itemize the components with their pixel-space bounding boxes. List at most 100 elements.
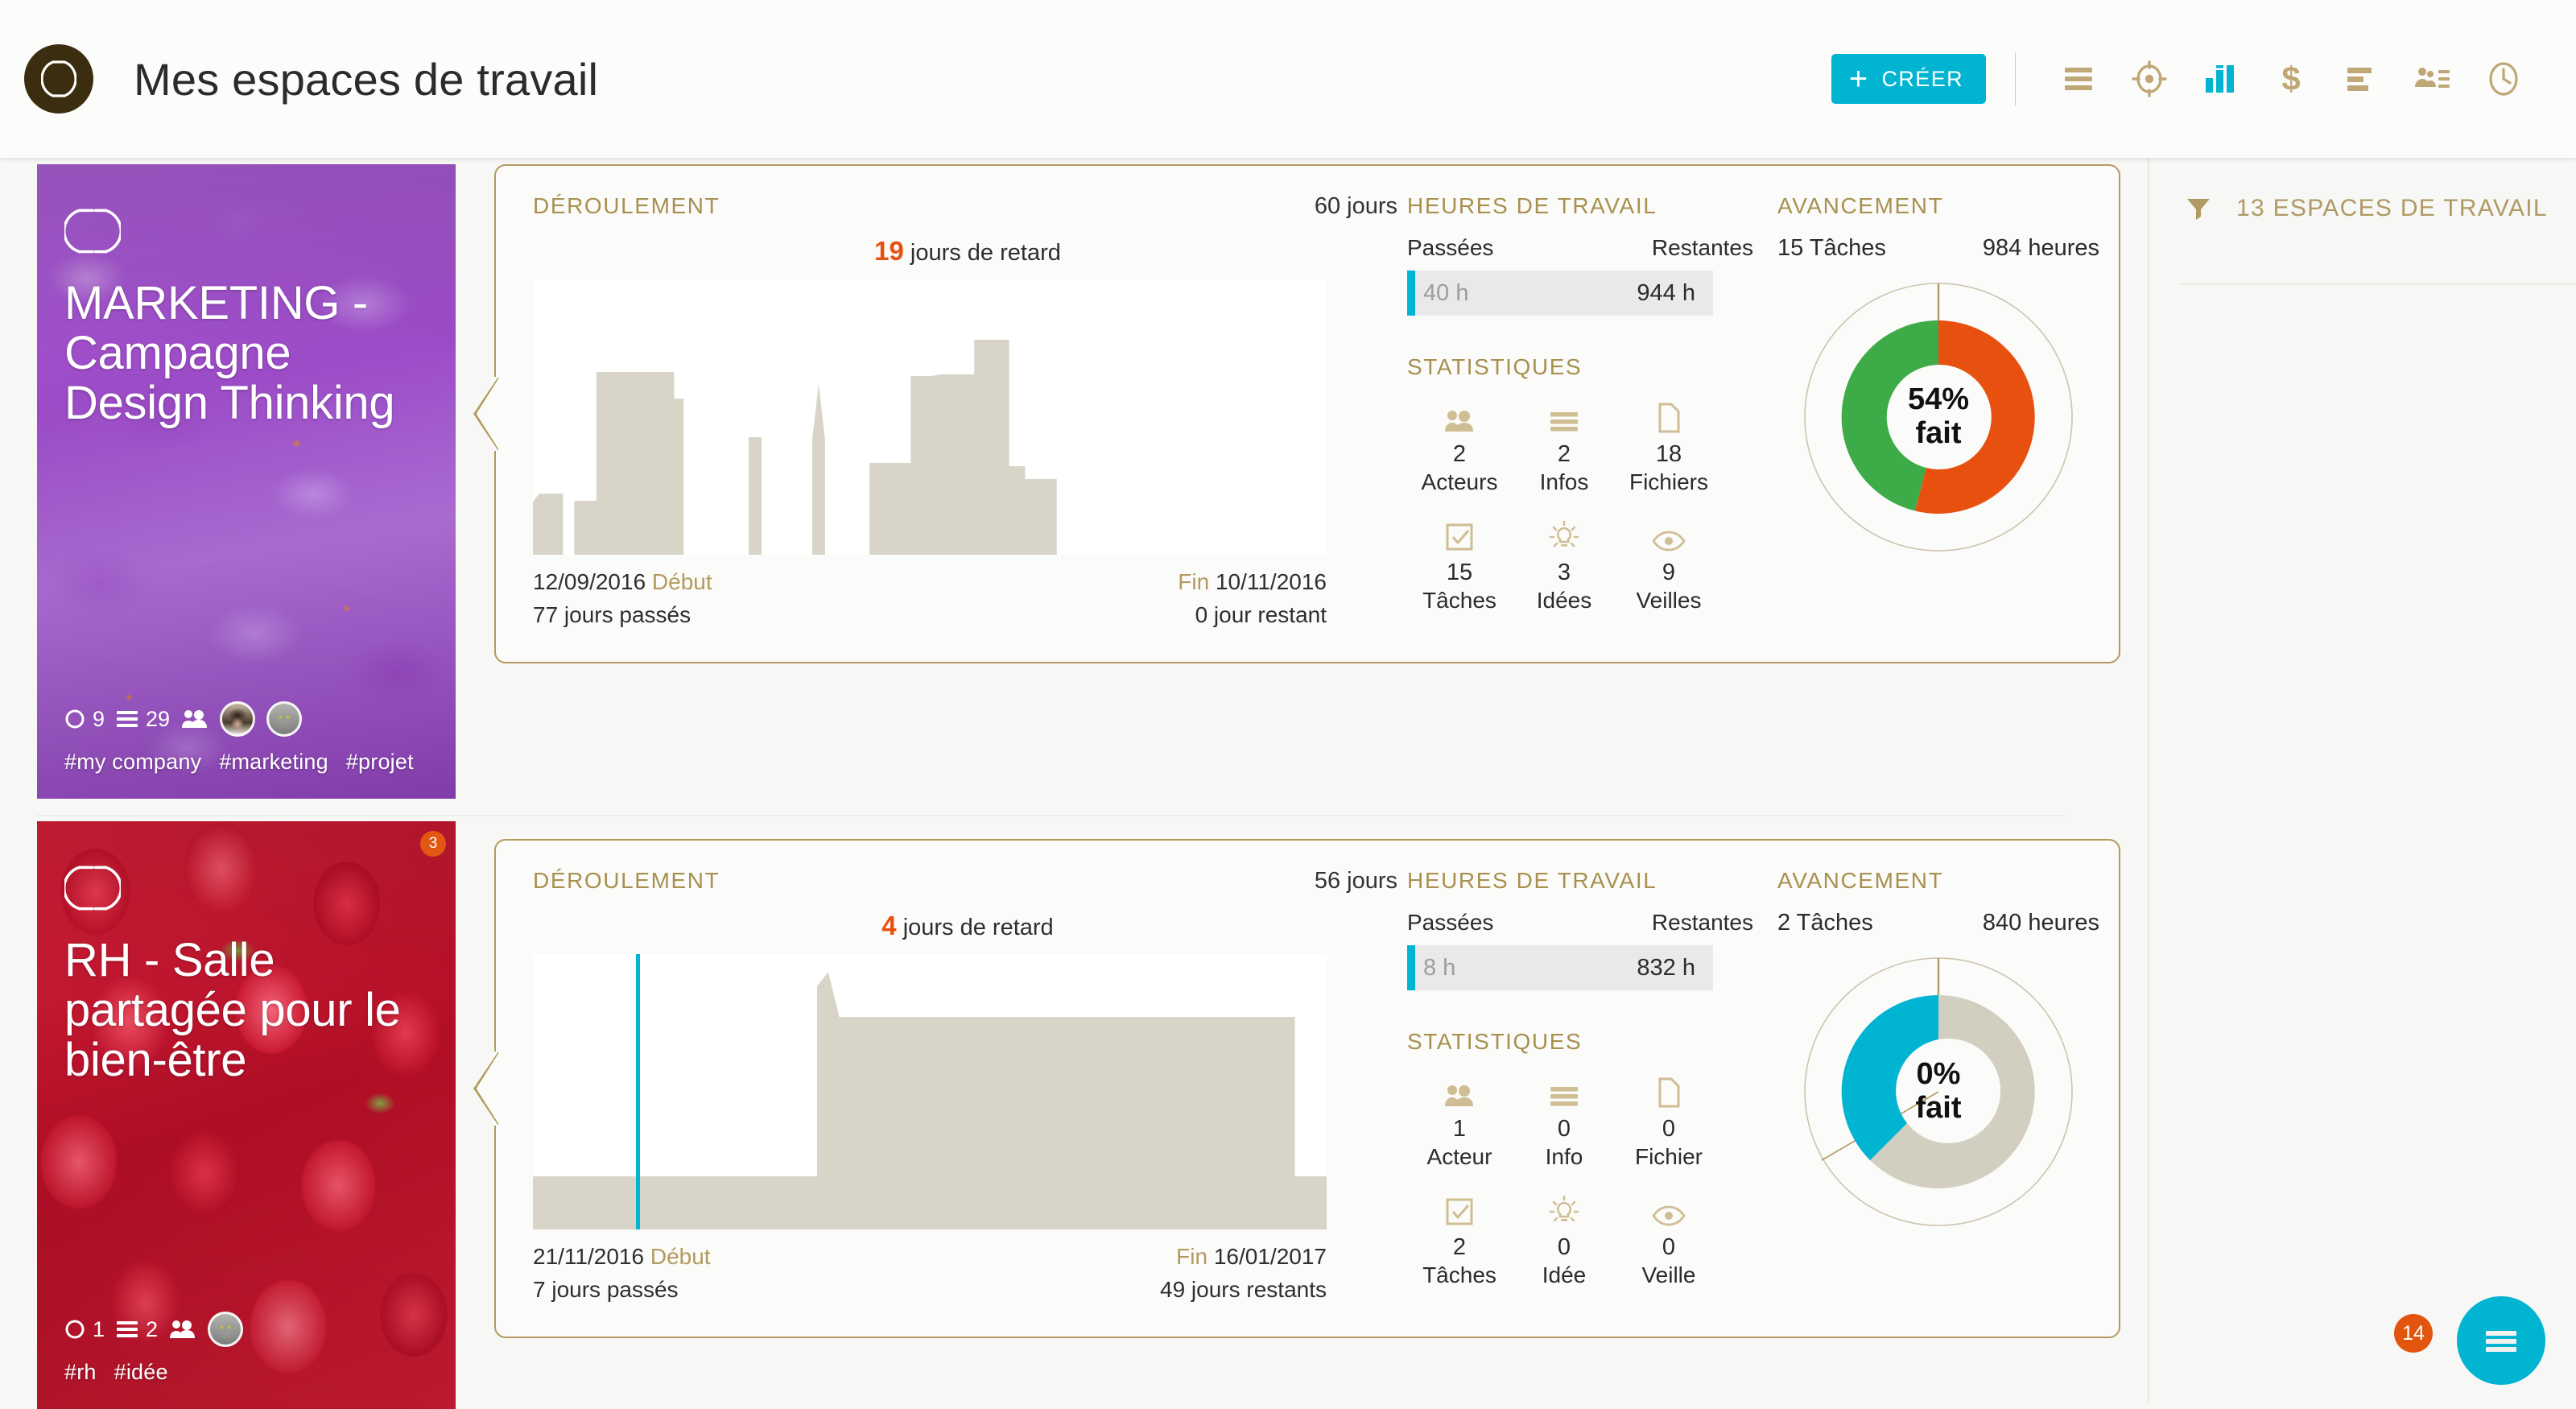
filter-toggle[interactable]: 13 ESPACES DE TRAVAIL	[2185, 195, 2576, 222]
progress-title: AVANCEMENT	[1777, 193, 1944, 218]
today-marker-line	[636, 954, 641, 1229]
stat-label: Idées	[1536, 588, 1592, 613]
create-button[interactable]: + CRÉER	[1831, 54, 1986, 104]
stat-label: Tâches	[1422, 588, 1496, 613]
hours-bar-fill	[1407, 271, 1415, 316]
elapsed-days: 77 jours passés	[533, 602, 691, 627]
clock-icon[interactable]	[2468, 43, 2539, 114]
create-button-label: CRÉER	[1881, 66, 1963, 91]
stat-actors[interactable]: 1 Acteur	[1407, 1072, 1512, 1170]
panel-divider	[2180, 283, 2576, 285]
tag[interactable]: #idée	[114, 1360, 168, 1385]
tag[interactable]: #my company	[64, 750, 201, 775]
stat-ideas[interactable]: 3 Idées	[1512, 516, 1616, 614]
stat-tasks[interactable]: 2 Tâches	[1407, 1191, 1512, 1288]
stat-value: 2	[1452, 1234, 1467, 1260]
workspace-title: RH - Salle partagée pour le bien-être	[64, 934, 401, 1087]
timeline-area-chart[interactable]	[533, 954, 1327, 1229]
brand-logo[interactable]	[24, 44, 93, 114]
eye-icon	[1652, 1191, 1686, 1226]
progress-tasks: 2 Tâches	[1777, 910, 1873, 936]
stat-value: 2	[1557, 441, 1571, 467]
stat-infos[interactable]: 0 Info	[1512, 1072, 1616, 1170]
people-icon	[170, 1320, 196, 1338]
list-lines-icon	[117, 711, 138, 727]
header-toolbar: + CRÉER $	[1831, 43, 2539, 114]
hours-remaining-value: 944 h	[1637, 279, 1695, 306]
stat-value: 0	[1557, 1234, 1571, 1260]
stat-label: Fichiers	[1629, 469, 1708, 494]
avatar[interactable]	[266, 701, 303, 737]
meta-circle-count: 1	[64, 1317, 105, 1342]
timeline-duration: 56 jours	[1314, 868, 1397, 894]
people-icon	[1444, 398, 1475, 433]
stat-value: 0	[1557, 1116, 1571, 1142]
people-icon	[1444, 1072, 1475, 1108]
dollar-icon[interactable]: $	[2256, 43, 2326, 114]
hours-remaining-label: Restantes	[1651, 235, 1753, 260]
menu-lines-icon	[2486, 1331, 2516, 1352]
workspace-meta: 9 29	[64, 701, 428, 737]
stat-value: 18	[1655, 441, 1682, 467]
stat-label: Info	[1545, 1144, 1583, 1169]
stats-grid: 2 Acteurs 2 Infos 18 Fichiers 15 Tâches …	[1407, 398, 1721, 614]
list-icon[interactable]	[2043, 43, 2114, 114]
stat-label: Veille	[1641, 1262, 1696, 1287]
stat-label: Veilles	[1636, 588, 1702, 613]
list-icon	[1549, 1072, 1579, 1108]
workspace-summary-card[interactable]: DÉROULEMENT 60 jours 19 jours de retard	[493, 164, 2120, 663]
area-chart-svg	[533, 972, 1327, 1229]
hours-remaining-label: Restantes	[1651, 910, 1753, 935]
checkbox-icon	[1445, 516, 1474, 552]
workspace-summary-card[interactable]: DÉROULEMENT 56 jours 4 jours de retard 2…	[493, 839, 2120, 1338]
file-icon	[1657, 398, 1681, 433]
main-stage: MARKETING - Campagne Design Thinking 9 2…	[0, 158, 2576, 1409]
fab-badge: 14	[2394, 1314, 2433, 1353]
tag[interactable]: #marketing	[219, 750, 328, 775]
notification-badge: 3	[420, 831, 446, 857]
hours-past-value: 40 h	[1423, 279, 1469, 306]
stat-tasks[interactable]: 15 Tâches	[1407, 516, 1512, 614]
progress-section: AVANCEMENT 2 Tâches 840 heures 0% fait	[1773, 868, 2099, 1316]
card-pointer-arrow	[474, 1052, 497, 1125]
plus-icon: +	[1848, 61, 1869, 97]
timeline-delay-text: jours de retard	[910, 240, 1061, 266]
progress-donut[interactable]: 0% fait	[1777, 951, 2099, 1233]
progress-donut[interactable]: 54% fait	[1777, 276, 2099, 558]
circle-outline-icon	[65, 1320, 85, 1339]
stat-actors[interactable]: 2 Acteurs	[1407, 398, 1512, 495]
stat-watch[interactable]: 0 Veille	[1616, 1191, 1721, 1288]
align-left-icon[interactable]	[2326, 43, 2397, 114]
menu-fab-button[interactable]	[2457, 1296, 2545, 1385]
contacts-icon[interactable]	[2397, 43, 2468, 114]
hours-section: HEURES DE TRAVAIL Passées Restantes 8 h …	[1402, 868, 1773, 1316]
workspace-logo-icon	[64, 209, 121, 254]
page-title: Mes espaces de travail	[134, 53, 599, 105]
stat-watch[interactable]: 9 Veilles	[1616, 516, 1721, 614]
stat-infos[interactable]: 2 Infos	[1512, 398, 1616, 495]
stat-files[interactable]: 18 Fichiers	[1616, 398, 1721, 495]
circle-count-value: 9	[93, 706, 105, 731]
timeline-area-chart[interactable]	[533, 279, 1327, 555]
tag[interactable]: #rh	[64, 1360, 97, 1385]
donut-chart-svg	[1804, 957, 2073, 1226]
tag[interactable]: #projet	[346, 750, 414, 775]
avatar[interactable]	[220, 701, 256, 737]
avatar[interactable]	[208, 1312, 244, 1347]
stat-value: 3	[1557, 560, 1571, 585]
stat-files[interactable]: 0 Fichier	[1616, 1072, 1721, 1170]
bar-chart-icon[interactable]	[2185, 43, 2256, 114]
timeline-delay-text: jours de retard	[902, 915, 1054, 940]
workspace-tags: #rh #idée	[64, 1360, 428, 1385]
stat-label: Acteurs	[1421, 469, 1498, 494]
meta-list-count: 2	[116, 1317, 158, 1342]
timeline-section: DÉROULEMENT 56 jours 4 jours de retard 2…	[533, 868, 1402, 1316]
hours-title: HEURES DE TRAVAIL	[1407, 193, 1657, 218]
eye-icon	[1652, 516, 1686, 552]
workspace-thumbnail[interactable]: 3 RH - Salle partagée pour le bien-être …	[37, 821, 456, 1409]
stat-value: 1	[1452, 1116, 1467, 1142]
stat-ideas[interactable]: 0 Idée	[1512, 1191, 1616, 1288]
hours-past-value: 8 h	[1423, 954, 1456, 981]
workspace-thumbnail[interactable]: MARKETING - Campagne Design Thinking 9 2…	[37, 164, 456, 799]
target-icon[interactable]	[2114, 43, 2185, 114]
